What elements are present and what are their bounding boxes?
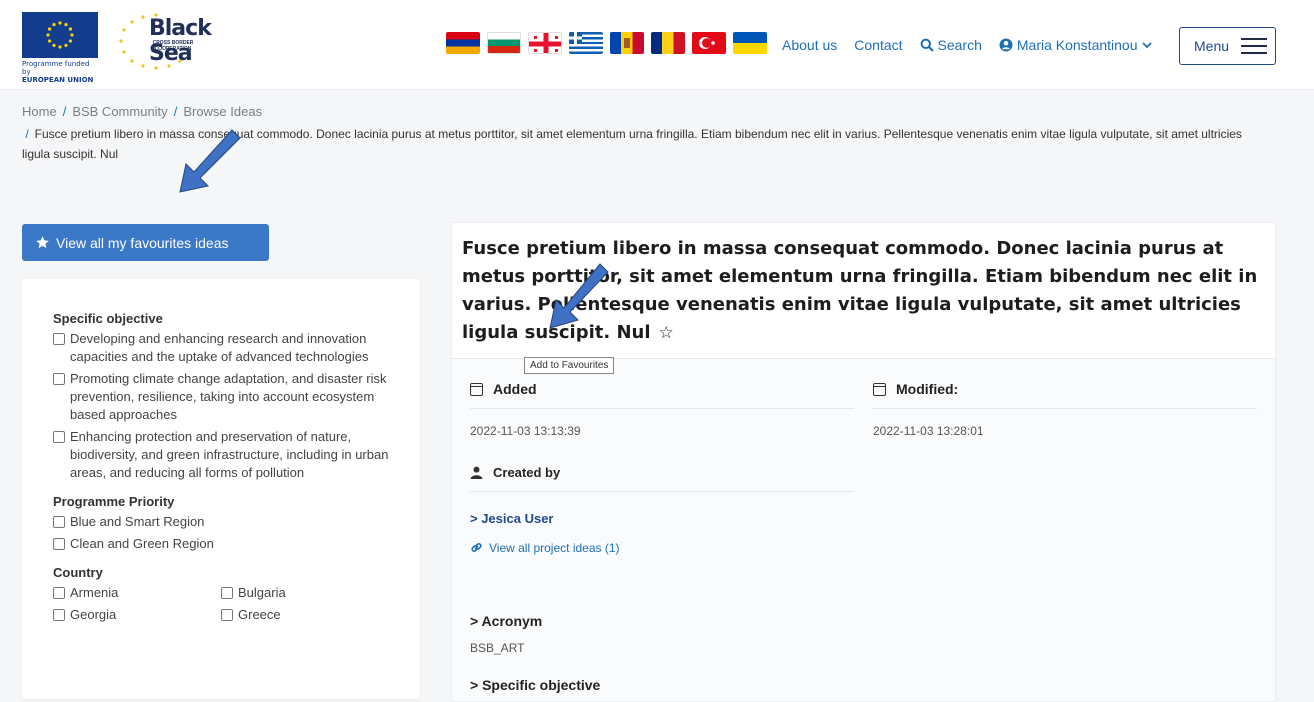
country-grid: Armenia Bulgaria Georgia Greece	[53, 584, 390, 628]
chevron-down-icon	[1141, 42, 1152, 49]
breadcrumb: Home / BSB Community / Browse Ideas	[22, 104, 262, 119]
checkbox[interactable]	[53, 538, 65, 550]
nav-search-label: Search	[937, 37, 982, 53]
created-by-label: Created by	[493, 465, 561, 480]
filter-option[interactable]: Greece	[221, 606, 389, 624]
search-icon	[920, 38, 934, 52]
site-header: Programme funded by EUROPEAN UNION Black…	[0, 0, 1314, 90]
added-block: Added 2022-11-03 13:13:39	[470, 381, 854, 438]
view-favourites-label: View all my favourites ideas	[56, 234, 229, 251]
checkbox[interactable]	[53, 333, 65, 345]
add-to-favourites-tooltip: Add to Favourites	[524, 357, 615, 374]
view-favourites-button[interactable]: View all my favourites ideas	[22, 224, 269, 261]
acronym-heading: > Acronym	[470, 613, 543, 629]
annotation-arrow-icon	[179, 129, 241, 193]
breadcrumb-separator: /	[62, 104, 67, 119]
modified-value: 2022-11-03 13:28:01	[873, 424, 984, 438]
flag-georgia-icon[interactable]	[528, 32, 562, 54]
language-flags	[446, 32, 767, 54]
calendar-icon	[470, 382, 483, 396]
checkbox[interactable]	[53, 609, 65, 621]
added-value: 2022-11-03 13:13:39	[470, 424, 581, 438]
hamburger-icon	[1241, 38, 1268, 54]
nav-contact[interactable]: Contact	[854, 37, 902, 53]
view-all-project-ideas-label: View all project ideas (1)	[489, 541, 620, 555]
checkbox[interactable]	[221, 587, 233, 599]
eu-flag-icon	[22, 12, 98, 58]
flag-turkey-icon[interactable]	[692, 32, 726, 54]
flag-armenia-icon[interactable]	[446, 32, 480, 54]
filter-option[interactable]: Blue and Smart Region	[53, 513, 390, 531]
breadcrumb-separator: /	[22, 127, 29, 141]
flag-moldova-icon[interactable]	[610, 32, 644, 54]
filter-group-title: Country	[53, 565, 103, 580]
breadcrumb-separator: /	[173, 104, 178, 119]
created-by-heading: Created by	[470, 465, 854, 492]
link-icon	[471, 543, 482, 552]
filter-option-label: Clean and Green Region	[70, 536, 214, 551]
creator-link[interactable]: > Jesica User	[470, 511, 553, 526]
flag-romania-icon[interactable]	[651, 32, 685, 54]
filter-option-label: Bulgaria	[238, 585, 286, 600]
filter-option-label: Blue and Smart Region	[70, 514, 205, 529]
modified-heading: Modified:	[873, 381, 1257, 409]
modified-label: Modified:	[896, 381, 959, 397]
filter-specific-objective: Specific objective Developing and enhanc…	[53, 311, 390, 482]
checkbox[interactable]	[53, 516, 65, 528]
specific-objective-heading: > Specific objective	[470, 677, 601, 693]
nav-search[interactable]: Search	[920, 37, 982, 53]
filters-panel: Specific objective Developing and enhanc…	[22, 279, 420, 699]
user-circle-icon	[999, 38, 1013, 52]
filter-group-title: Programme Priority	[53, 494, 175, 509]
checkbox[interactable]	[53, 373, 65, 385]
checkbox[interactable]	[53, 431, 65, 443]
eu-caption: Programme funded by EUROPEAN UNION	[22, 60, 94, 84]
calendar-icon	[873, 382, 886, 396]
filter-option-label: Greece	[238, 607, 281, 622]
star-icon	[36, 236, 49, 249]
filter-option-label: Developing and enhancing research and in…	[70, 331, 369, 364]
filter-option[interactable]: Developing and enhancing research and in…	[53, 330, 390, 366]
checkbox[interactable]	[53, 587, 65, 599]
breadcrumb-home[interactable]: Home	[22, 104, 57, 119]
filter-option[interactable]: Clean and Green Region	[53, 535, 390, 553]
breadcrumb-bsb-community[interactable]: BSB Community	[72, 104, 167, 119]
filter-option[interactable]: Enhancing protection and preservation of…	[53, 428, 390, 482]
black-sea-logo[interactable]: Black Sea CROSS BORDER COOPERATION	[112, 10, 222, 80]
filter-country: Country Armenia Bulgaria Georgia Greece	[53, 565, 390, 628]
modified-block: Modified: 2022-11-03 13:28:01	[873, 381, 1257, 438]
eu-logo[interactable]: Programme funded by EUROPEAN UNION	[22, 12, 98, 84]
user-icon	[470, 466, 483, 479]
acronym-value: BSB_ART	[470, 641, 525, 655]
filter-group-title: Specific objective	[53, 311, 163, 326]
filter-option-label: Enhancing protection and preservation of…	[70, 429, 389, 480]
flag-ukraine-icon[interactable]	[733, 32, 767, 54]
menu-button[interactable]: Menu	[1179, 27, 1276, 65]
user-name: Maria Konstantinou	[1016, 37, 1138, 53]
view-all-project-ideas-link[interactable]: View all project ideas (1)	[470, 541, 620, 555]
created-by-block: Created by	[470, 465, 854, 492]
nav-user-dropdown[interactable]: Maria Konstantinou	[999, 37, 1152, 53]
filter-option[interactable]: Armenia	[53, 584, 221, 602]
filter-option-label: Armenia	[70, 585, 119, 600]
nav-about-us[interactable]: About us	[782, 37, 837, 53]
add-favourite-star-icon[interactable]: ☆	[659, 319, 674, 347]
filter-programme-priority: Programme Priority Blue and Smart Region…	[53, 494, 390, 553]
flag-bulgaria-icon[interactable]	[487, 32, 521, 54]
filter-option[interactable]: Bulgaria	[221, 584, 389, 602]
added-label: Added	[493, 381, 537, 397]
annotation-arrow-icon	[549, 263, 609, 329]
filter-option-label: Georgia	[70, 607, 117, 622]
added-heading: Added	[470, 381, 854, 409]
breadcrumb-browse-ideas[interactable]: Browse Ideas	[183, 104, 262, 119]
brand-subtitle: CROSS BORDER COOPERATION	[152, 40, 194, 52]
filter-option[interactable]: Georgia	[53, 606, 221, 624]
flag-greece-icon[interactable]	[569, 32, 603, 54]
checkbox[interactable]	[221, 609, 233, 621]
filter-option-label: Promoting climate change adaptation, and…	[70, 371, 387, 422]
filter-option[interactable]: Promoting climate change adaptation, and…	[53, 370, 390, 424]
top-navigation: About us Contact Search Maria Konstantin…	[782, 37, 1169, 53]
menu-label: Menu	[1194, 38, 1230, 54]
